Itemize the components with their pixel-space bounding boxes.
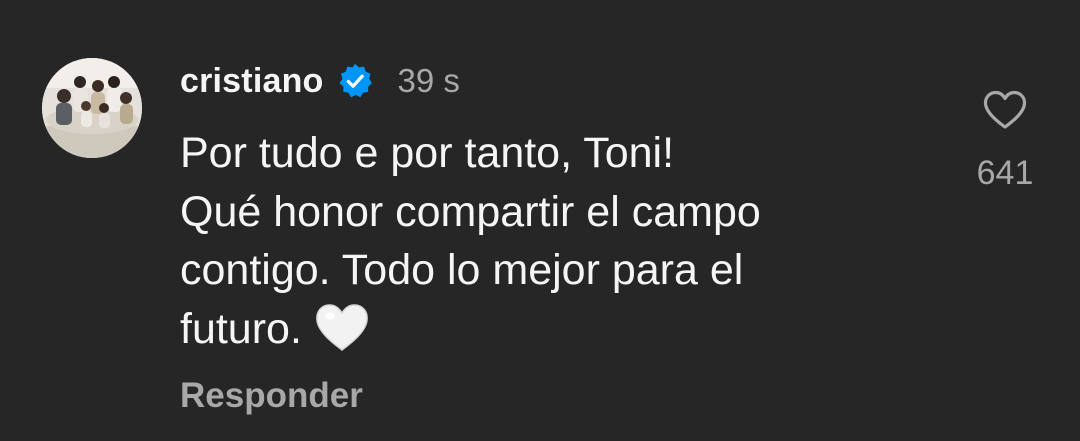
heart-outline-icon[interactable] <box>983 90 1027 130</box>
white-heart-emoji-icon <box>314 303 370 353</box>
username[interactable]: cristiano <box>180 62 324 101</box>
comment-text: Por tudo e por tanto, Toni! Qué honor co… <box>180 124 940 358</box>
comment-line-2: Qué honor compartir el campo <box>180 187 761 236</box>
comment-line-3: contigo. Todo lo mejor para el <box>180 246 744 294</box>
comment-line-4-wrap: futuro. <box>180 300 940 359</box>
like-control: 641 <box>960 90 1050 193</box>
comment: cristiano 39 s Por tudo e por tanto, Ton… <box>0 0 1080 441</box>
comment-header: cristiano 39 s <box>180 58 460 104</box>
comment-line-4: futuro. <box>180 304 302 353</box>
like-count: 641 <box>976 154 1034 192</box>
verified-badge-icon <box>336 62 374 100</box>
timestamp: 39 s <box>397 62 460 99</box>
reply-button[interactable]: Responder <box>180 376 363 416</box>
avatar[interactable] <box>42 58 142 158</box>
comment-line-1: Por tudo e por tanto, Toni! <box>180 129 675 177</box>
